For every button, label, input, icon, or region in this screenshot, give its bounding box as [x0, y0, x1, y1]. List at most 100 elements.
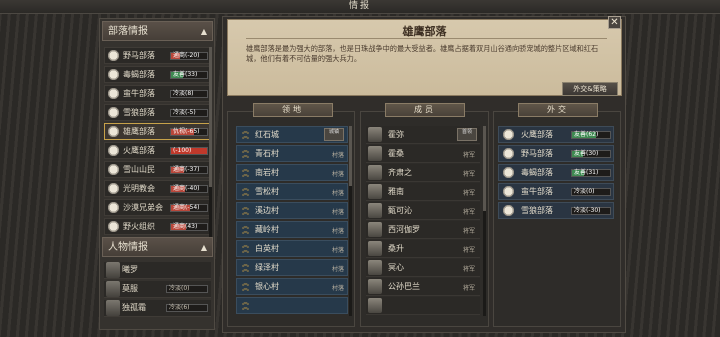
tribe-item[interactable]: 雄鹰部落 仇视(-65): [104, 123, 211, 140]
member-item[interactable]: 甄可沁 将军: [366, 202, 480, 220]
member-name: 霍弥: [388, 130, 404, 139]
tribe-emblem-icon: [107, 220, 120, 233]
scrollbar[interactable]: [349, 126, 352, 316]
tribes-header[interactable]: 部落情报 ▲: [102, 21, 213, 41]
territory-item[interactable]: ︽ ︽ 银心村 村落: [236, 278, 348, 295]
chevron-up-icon[interactable]: ▲: [201, 22, 207, 41]
rank-chevron-icon: ︽ ︽: [242, 222, 249, 235]
tribe-name: 毒蝎部落: [123, 70, 155, 79]
persons-header-label: 人物情报: [108, 242, 148, 253]
avatar: [368, 279, 382, 294]
member-item[interactable]: 雅南 将军: [366, 183, 480, 201]
scrollbar-thumb[interactable]: [209, 47, 212, 187]
member-name: 桑升: [388, 244, 404, 253]
foreign-item[interactable]: 雪狼部落 冷淡(-30): [498, 202, 614, 219]
tribe-item[interactable]: 野马部落 通商(-20): [104, 47, 211, 64]
members-column: 成员 霍弥 首领 霍桑 将军 齐肃之 将军 雅南 将军 甄可沁 将军 西河伽罗 将军 桑升 将军 冥心 将军 公孙…: [360, 103, 489, 327]
member-item[interactable]: 霍桑 将军: [366, 145, 480, 163]
territory-item[interactable]: ︽ ︽ 雪松村 村落: [236, 183, 348, 200]
persons-header[interactable]: 人物情报 ▲: [102, 237, 213, 257]
avatar: [106, 262, 120, 278]
rank-chevron-icon: ︽ ︽: [242, 127, 249, 140]
tribe-item[interactable]: 沙漠兄弟会 通商(-54): [104, 199, 211, 216]
territory-item[interactable]: ︽ ︽ 白英村 村落: [236, 240, 348, 257]
relation-bar: 冷淡(-30): [571, 207, 611, 215]
territory-type: 村落: [331, 152, 344, 159]
member-item[interactable]: [366, 297, 480, 315]
member-rank: 将军: [462, 247, 475, 254]
scrollbar[interactable]: [483, 126, 486, 316]
rank-chevron-icon: ︽ ︽: [242, 279, 249, 292]
diplomacy-button[interactable]: 外交&策略: [562, 82, 618, 96]
person-item[interactable]: 独孤霜 冷淡(6): [104, 300, 211, 317]
scrollbar[interactable]: [209, 47, 212, 237]
member-item[interactable]: 西河伽罗 将军: [366, 221, 480, 239]
member-item[interactable]: 公孙巴兰 将军: [366, 278, 480, 296]
foreign-item[interactable]: 野马部落 友善(30): [498, 145, 614, 162]
foreign-column: 外交火鹰部落 友善(62) 野马部落 友善(30) 毒蝎部落 友善(31) 蛮牛部落 冷淡(0…: [493, 103, 621, 327]
member-item[interactable]: 冥心 将军: [366, 259, 480, 277]
relation-text: 通商(-54): [173, 204, 200, 211]
member-name: 雅南: [388, 187, 404, 196]
tribe-emblem-icon: [107, 182, 120, 195]
territory-item[interactable]: ︽ ︽ 南岩村 村落: [236, 164, 348, 181]
tribe-item[interactable]: 野火组织 通商(43): [104, 218, 211, 235]
territory-item[interactable]: ︽ ︽: [236, 297, 348, 314]
avatar: [368, 298, 382, 313]
tribe-name: 雄鹰部落: [123, 127, 155, 136]
tribe-name: 野火组织: [123, 222, 155, 231]
member-item[interactable]: 齐肃之 将军: [366, 164, 480, 182]
foreign-tribe-name: 毒蝎部落: [521, 168, 553, 177]
territory-type: 村落: [331, 285, 344, 292]
relation-text: 冷淡(-5): [173, 109, 196, 116]
chevron-up-icon[interactable]: ▲: [201, 238, 207, 257]
left-panel: 部落情报 ▲ 野马部落 通商(-20) 毒蝎部落 友善(33) 蛮牛部落 冷淡(8) 雪狼部落冷…: [99, 18, 215, 330]
relation-bar: 冷淡(6): [166, 304, 208, 312]
member-name: 公孙巴兰: [388, 282, 420, 291]
tribe-emblem-icon: [502, 166, 515, 179]
relation-bar: 友善(62): [571, 131, 611, 139]
member-item[interactable]: 霍弥 首领: [366, 126, 480, 144]
tribe-item[interactable]: 雪狼部落 冷淡(-5): [104, 104, 211, 121]
detail-button[interactable]: 城镇: [324, 128, 344, 141]
person-item[interactable]: 曦罗: [104, 262, 211, 279]
territory-name: 绿泽村: [255, 263, 279, 272]
territory-item[interactable]: ︽ ︽ 溪边村 村落: [236, 202, 348, 219]
tribe-emblem-icon: [502, 204, 515, 217]
relation-text: 冷淡(0): [574, 188, 595, 195]
tribe-item[interactable]: 蛮牛部落 冷淡(8): [104, 85, 211, 102]
relation-text: 通商(43): [173, 223, 198, 230]
member-rank: 将军: [462, 171, 475, 178]
relation-text: 通商(-20): [173, 52, 200, 59]
close-button[interactable]: ✕: [608, 16, 621, 29]
tribe-item[interactable]: 雪山山民 通商(-37): [104, 161, 211, 178]
scrollbar-thumb[interactable]: [483, 126, 486, 211]
member-rank: 将军: [462, 266, 475, 273]
territory-item[interactable]: ︽ ︽ 红石城 城镇: [236, 126, 348, 143]
relation-text: 冷淡(-30): [574, 207, 601, 214]
relation-bar: 友善(33): [170, 71, 208, 79]
tribe-item[interactable]: 毒蝎部落 友善(33): [104, 66, 211, 83]
foreign-item[interactable]: 毒蝎部落 友善(31): [498, 164, 614, 181]
avatar: [368, 127, 382, 142]
tribe-emblem-icon: [107, 201, 120, 214]
relation-text: 冷淡(8): [173, 90, 194, 97]
foreign-item[interactable]: 火鹰部落 友善(62): [498, 126, 614, 143]
member-name: 霍桑: [388, 149, 404, 158]
territory-column: 领地 ︽ ︽ 红石城 城镇 ︽ ︽ 青石村 村落 ︽ ︽ 南岩村 村落 ︽ ︽ 雪松村 村落 ︽ ︽ 溪边村 村落 ︽ ︽ 藏…: [227, 103, 355, 327]
tribe-item[interactable]: 火鹰部落 (-100): [104, 142, 211, 159]
territory-item[interactable]: ︽ ︽ 藏岭村 村落: [236, 221, 348, 238]
territory-item[interactable]: ︽ ︽ 青石村 村落: [236, 145, 348, 162]
territory-type: 村落: [331, 228, 344, 235]
member-name: 西河伽罗: [388, 225, 420, 234]
member-name: 齐肃之: [388, 168, 412, 177]
description-card: 雄鹰部落 雄鹰部落是最为强大的部落，也是日珠战争中的最大受益者。雄鹰占据着双月山…: [227, 19, 622, 96]
territory-item[interactable]: ︽ ︽ 绿泽村 村落: [236, 259, 348, 276]
person-item[interactable]: 莫服 冷淡(0): [104, 281, 211, 298]
tribe-item[interactable]: 光明教会 通商(-40): [104, 180, 211, 197]
foreign-tribe-name: 野马部落: [521, 149, 553, 158]
member-item[interactable]: 桑升 将军: [366, 240, 480, 258]
foreign-item[interactable]: 蛮牛部落 冷淡(0): [498, 183, 614, 200]
scrollbar-thumb[interactable]: [349, 126, 352, 186]
foreign-header: 外交: [518, 103, 598, 117]
